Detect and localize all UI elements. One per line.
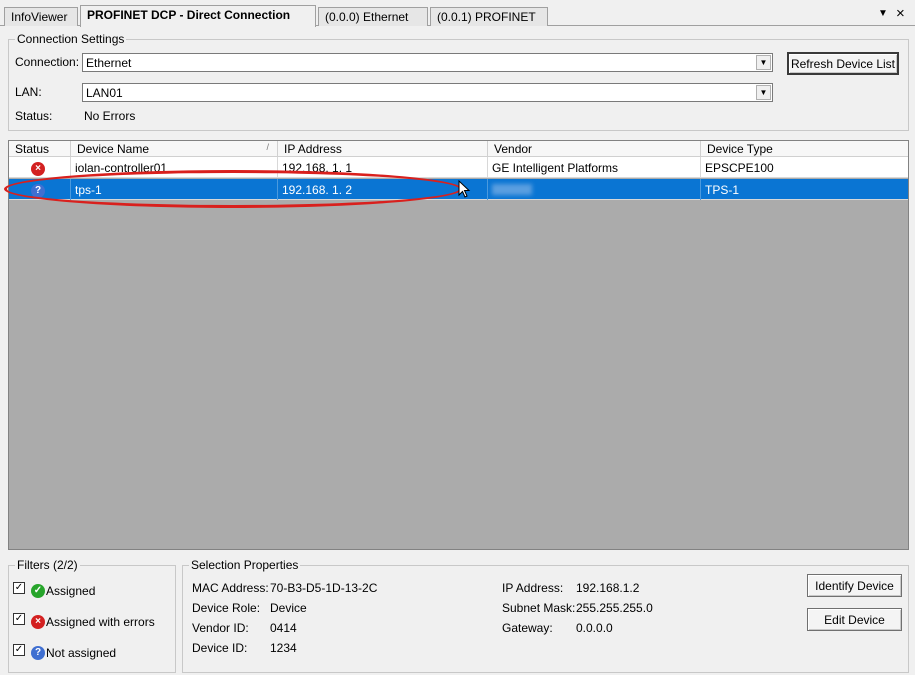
connection-settings-title: Connection Settings	[15, 32, 127, 46]
lan-label: LAN:	[15, 85, 42, 99]
connection-label: Connection:	[15, 55, 80, 69]
filters-group: Filters (2/2) ✓ ✓ Assigned ✓ × Assigned …	[8, 558, 176, 673]
chevron-down-icon[interactable]: ▼	[756, 85, 771, 100]
mac-address-label: MAC Address:	[192, 581, 269, 595]
filter-assigned-checkbox[interactable]: ✓	[13, 582, 25, 594]
device-type-cell: TPS-1	[705, 183, 740, 197]
column-header-device-name[interactable]: Device Name /	[71, 141, 278, 157]
gateway-label: Gateway:	[502, 621, 553, 635]
device-name-cell: iolan-controller01	[71, 157, 278, 178]
selection-properties-title: Selection Properties	[189, 558, 301, 572]
column-header-device-name-label: Device Name	[77, 142, 150, 156]
status-label: Status:	[15, 109, 53, 123]
filter-not-assigned-checkbox[interactable]: ✓	[13, 644, 25, 656]
tab-dropdown-icon[interactable]: ▼	[878, 8, 888, 19]
device-role-value: Device	[270, 601, 307, 615]
column-header-device-type[interactable]: Device Type	[701, 141, 908, 157]
tab-profinet[interactable]: (0.0.1) PROFINET	[430, 7, 548, 26]
vendor-id-value: 0414	[270, 621, 297, 635]
connection-value: Ethernet	[86, 56, 132, 70]
filters-title: Filters (2/2)	[15, 558, 80, 572]
subnet-mask-label: Subnet Mask:	[502, 601, 576, 615]
device-id-value: 1234	[270, 641, 297, 655]
lan-select[interactable]: LAN01 ▼	[82, 83, 773, 102]
subnet-mask-value: 255.255.255.0	[576, 601, 653, 615]
device-role-label: Device Role:	[192, 601, 261, 615]
tab-profinet-dcp[interactable]: PROFINET DCP - Direct Connection	[80, 5, 316, 27]
table-row[interactable]: × iolan-controller01 192.168. 1. 1 GE In…	[9, 157, 908, 178]
column-header-vendor[interactable]: Vendor	[488, 141, 701, 157]
vendor-id-label: Vendor ID:	[192, 621, 249, 635]
tab-strip: InfoViewer PROFINET DCP - Direct Connect…	[0, 0, 915, 27]
redacted-vendor	[492, 184, 532, 195]
connection-select[interactable]: Ethernet ▼	[82, 53, 773, 72]
device-type-cell: EPSCPE100	[705, 161, 774, 175]
grid-header: Status Device Name / IP Address Vendor D…	[9, 141, 908, 157]
status-cell: ×	[9, 157, 71, 178]
vendor-cell	[488, 179, 701, 200]
question-icon: ?	[31, 184, 45, 198]
mouse-cursor-icon	[458, 180, 471, 198]
filter-assigned-errors-checkbox[interactable]: ✓	[13, 613, 25, 625]
filter-assigned-label: Assigned	[46, 584, 96, 598]
error-icon: ×	[31, 162, 45, 176]
lan-value: LAN01	[86, 86, 123, 100]
status-cell: ?	[9, 179, 71, 200]
selection-properties-group: Selection Properties MAC Address: 70-B3-…	[182, 558, 909, 673]
device-name-cell: tps-1	[71, 179, 278, 200]
question-icon: ?	[31, 646, 45, 660]
filter-assigned-errors-label: Assigned with errors	[46, 615, 155, 629]
ip-address-cell: 192.168. 1. 1	[278, 157, 488, 178]
refresh-device-list-button[interactable]: Refresh Device List	[787, 52, 899, 75]
close-icon[interactable]: ×	[896, 5, 905, 22]
ip-address-label: IP Address:	[502, 581, 564, 595]
tab-ethernet[interactable]: (0.0.0) Ethernet	[318, 7, 428, 26]
chevron-down-icon[interactable]: ▼	[756, 55, 771, 70]
edit-device-button[interactable]: Edit Device	[807, 608, 902, 631]
filter-not-assigned-label: Not assigned	[46, 646, 117, 660]
check-icon: ✓	[31, 584, 45, 598]
column-header-status[interactable]: Status	[9, 141, 71, 157]
column-header-ip-address[interactable]: IP Address	[278, 141, 488, 157]
sort-indicator-icon: /	[266, 142, 269, 152]
device-id-label: Device ID:	[192, 641, 248, 655]
device-grid: Status Device Name / IP Address Vendor D…	[8, 140, 909, 550]
status-value: No Errors	[84, 109, 136, 123]
gateway-value: 0.0.0.0	[576, 621, 613, 635]
ip-address-cell: 192.168. 1. 2	[278, 179, 488, 200]
mac-address-value: 70-B3-D5-1D-13-2C	[270, 581, 378, 595]
connection-settings-group: Connection Settings Connection: Ethernet…	[8, 32, 909, 131]
error-icon: ×	[31, 615, 45, 629]
vendor-cell: GE Intelligent Platforms	[488, 157, 701, 178]
ip-address-value: 192.168.1.2	[576, 581, 640, 595]
identify-device-button[interactable]: Identify Device	[807, 574, 902, 597]
tab-infoviewer[interactable]: InfoViewer	[4, 7, 78, 26]
